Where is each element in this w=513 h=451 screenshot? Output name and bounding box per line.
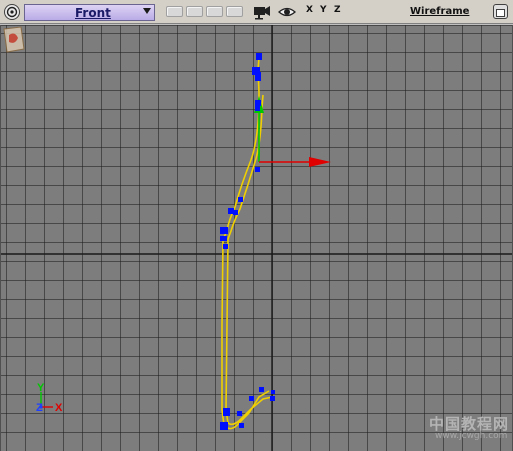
gizmo-x-arrow-icon[interactable] [309,157,331,167]
maximize-icon[interactable] [493,4,508,19]
layout-slot-1[interactable] [166,6,183,17]
tripod-x-label: X [55,402,63,414]
layout-slot-2[interactable] [186,6,203,17]
eye-icon[interactable] [278,4,296,25]
layout-slot-3[interactable] [206,6,223,17]
front-viewport[interactable]: Y Z X 中国教程网 www.jcwgh.com [0,25,513,451]
view-name: Front [75,6,111,20]
axis-x-label[interactable]: X [306,5,313,15]
camera-icon[interactable] [253,4,271,25]
tripod-z-label: Z [36,402,43,414]
tripod-y-label: Y [37,382,45,394]
axis-y-label[interactable]: Y [320,5,327,15]
view-select-dropdown[interactable]: Front [24,4,155,21]
dropdown-arrow-icon [143,8,151,14]
watermark-logo-icon [3,26,25,53]
viewport-menu-icon[interactable] [4,4,20,20]
shading-mode-button[interactable]: Wireframe [410,6,469,17]
watermark-url: www.jcwgh.com [435,431,508,441]
layout-slot-4[interactable] [226,6,243,17]
spline-inner[interactable] [225,94,273,426]
axis-z-label[interactable]: Z [334,5,341,15]
axis-tripod: Y Z X [36,382,63,414]
viewport-header: Front X Y Z Wireframe [0,0,513,24]
viewport-canvas: Y Z X [1,25,512,451]
